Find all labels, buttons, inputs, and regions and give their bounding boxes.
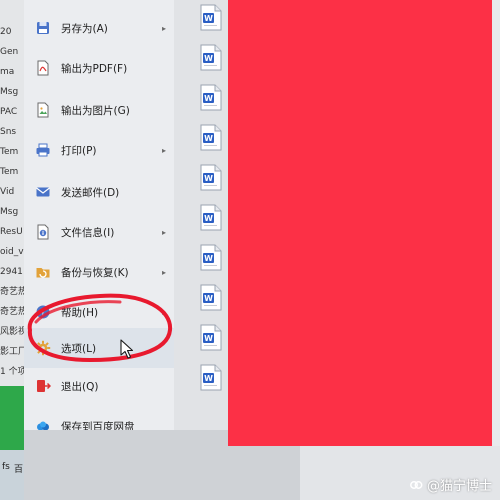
background-taskbar: fs 百 — [0, 450, 24, 500]
menu-item-backup[interactable]: 备份与恢复(K) ▸ — [24, 252, 174, 292]
menu-item-label: 选项(L) — [61, 342, 97, 355]
chevron-right-icon: ▸ — [161, 145, 166, 155]
save-as-icon — [34, 19, 52, 37]
menu-item-label: 打印(P) — [61, 144, 97, 157]
background-file-row: Tem — [0, 147, 19, 157]
menu-item-save-as[interactable]: 另存为(A) ▸ — [24, 8, 174, 48]
background-file-row: 奇艺热 — [0, 307, 24, 317]
background-file-row: Msg — [0, 207, 19, 217]
help-icon: ? — [34, 303, 52, 321]
svg-text:W: W — [204, 334, 213, 343]
word-doc-icon[interactable]: W — [200, 284, 222, 311]
svg-text:W: W — [204, 254, 213, 263]
background-green-area: fs 百 — [0, 386, 24, 500]
menu-item-print[interactable]: 打印(P) ▸ — [24, 130, 174, 170]
info-icon — [34, 223, 52, 241]
menu-item-label: 帮助(H) — [61, 306, 99, 319]
background-file-row: 影工厂 — [0, 347, 24, 357]
menu-item-label: 备份与恢复(K) — [61, 266, 129, 279]
svg-text:W: W — [204, 214, 213, 223]
menu-item-export-pdf[interactable]: 输出为PDF(F) — [24, 48, 174, 88]
file-menu-panel: 另存为(A) ▸ 输出为PDF(F) 输出为图片(G) 打印(P) ▸ 发送邮件(D) 文件信… — [24, 0, 174, 433]
svg-text:W: W — [204, 174, 213, 183]
background-file-row: Vid — [0, 187, 15, 197]
chevron-right-icon: ▸ — [161, 307, 166, 317]
menu-lower-area — [24, 430, 174, 500]
watermark-logo-icon — [409, 478, 423, 492]
svg-text:W: W — [204, 294, 213, 303]
menu-item-label: 输出为图片(G) — [61, 104, 130, 117]
svg-text:W: W — [204, 54, 213, 63]
svg-text:W: W — [204, 134, 213, 143]
background-file-row: 风影视 — [0, 327, 24, 337]
word-doc-icon[interactable]: W — [200, 204, 222, 231]
menu-item-help[interactable]: ? 帮助(H) ▸ — [24, 292, 174, 332]
chevron-right-icon: ▸ — [161, 23, 166, 33]
mail-icon — [34, 183, 52, 201]
background-file-row: PAC — [0, 107, 18, 117]
menu-item-label: 文件信息(I) — [61, 226, 115, 239]
word-doc-icon[interactable]: W — [200, 4, 222, 31]
svg-text:W: W — [204, 94, 213, 103]
printer-icon — [34, 141, 52, 159]
taskbar-label-0: fs — [2, 462, 10, 472]
background-file-row: 奇艺热 — [0, 287, 24, 297]
background-file-row: Gen — [0, 47, 19, 57]
watermark: @猫宁博士 — [409, 475, 492, 494]
svg-text:W: W — [204, 14, 213, 23]
red-overlay-block — [228, 0, 492, 446]
word-doc-icon[interactable]: W — [200, 44, 222, 71]
taskbar-label-1: 百 — [14, 465, 24, 475]
background-file-row: ma — [0, 67, 15, 77]
word-doc-icon[interactable]: W — [200, 324, 222, 351]
word-doc-icon[interactable]: W — [200, 124, 222, 151]
gear-icon — [34, 339, 52, 357]
image-icon — [34, 101, 52, 119]
right-edge — [492, 0, 500, 500]
exit-icon — [34, 377, 52, 395]
word-doc-icon[interactable]: W — [200, 364, 222, 391]
word-doc-icon[interactable]: W — [200, 164, 222, 191]
menu-item-label: 退出(Q) — [61, 380, 99, 393]
backup-icon — [34, 263, 52, 281]
background-file-row: 1 个项 — [0, 367, 24, 377]
menu-item-label: 发送邮件(D) — [61, 186, 120, 199]
background-file-row: Tem — [0, 167, 19, 177]
svg-text:?: ? — [40, 308, 45, 319]
background-file-row: ResU — [0, 227, 23, 237]
background-file-row: Msg — [0, 87, 19, 97]
menu-item-exit[interactable]: 退出(Q) — [24, 366, 174, 406]
background-file-row: Sns — [0, 127, 17, 137]
menu-item-send-mail[interactable]: 发送邮件(D) — [24, 172, 174, 212]
mouse-cursor-icon — [120, 339, 134, 359]
menu-item-label: 另存为(A) — [61, 22, 108, 35]
svg-text:W: W — [204, 374, 213, 383]
background-file-row: 2941 — [0, 267, 23, 277]
watermark-text: @猫宁博士 — [426, 479, 492, 494]
chevron-right-icon: ▸ — [161, 267, 166, 277]
menu-item-file-info[interactable]: 文件信息(I) ▸ — [24, 212, 174, 252]
menu-item-label: 输出为PDF(F) — [61, 62, 128, 75]
menu-item-export-image[interactable]: 输出为图片(G) — [24, 90, 174, 130]
word-doc-icon[interactable]: W — [200, 244, 222, 271]
chevron-right-icon: ▸ — [161, 227, 166, 237]
menu-item-options[interactable]: 选项(L) — [24, 328, 174, 368]
background-file-row: 20 — [0, 27, 12, 37]
word-doc-icon[interactable]: W — [200, 84, 222, 111]
pdf-icon — [34, 59, 52, 77]
background-file-row: oid_v — [0, 247, 24, 257]
